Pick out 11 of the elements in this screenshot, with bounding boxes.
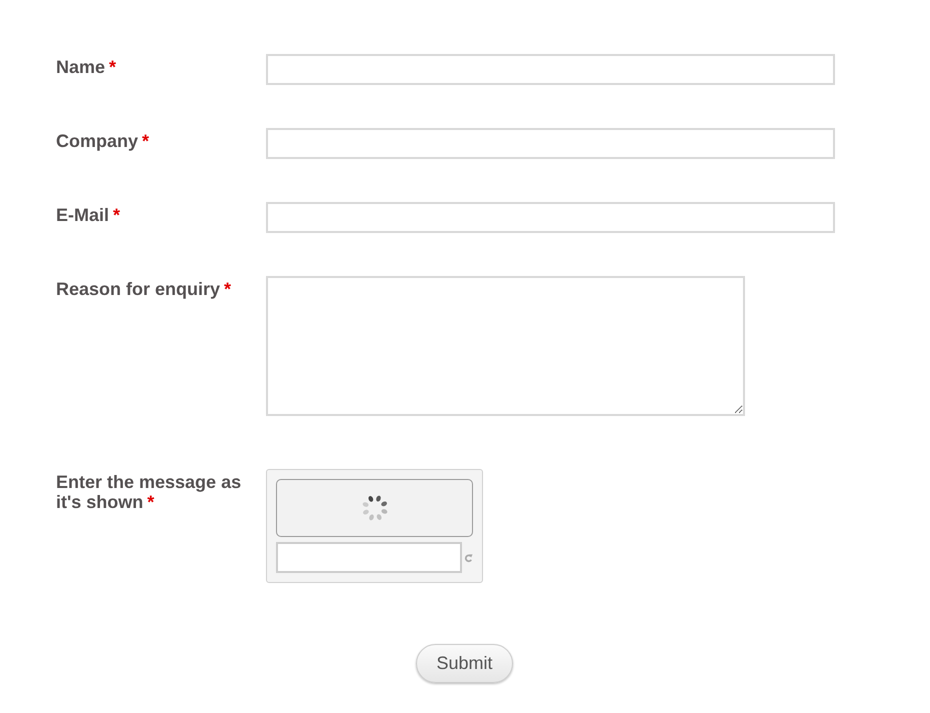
field-label: Enter the message as it's shown *: [56, 471, 242, 512]
field-label: Reason for enquiry *: [56, 278, 232, 299]
field-label: E-Mail *: [56, 204, 122, 225]
text-field[interactable]: [266, 54, 835, 85]
field-label: Company *: [56, 130, 150, 151]
captcha-field[interactable]: [276, 542, 462, 573]
text-field[interactable]: [266, 128, 835, 159]
field-label: Name *: [56, 56, 118, 77]
text-field[interactable]: [266, 202, 835, 233]
submit-button[interactable]: Submit: [416, 644, 513, 683]
text-area[interactable]: [266, 276, 745, 416]
